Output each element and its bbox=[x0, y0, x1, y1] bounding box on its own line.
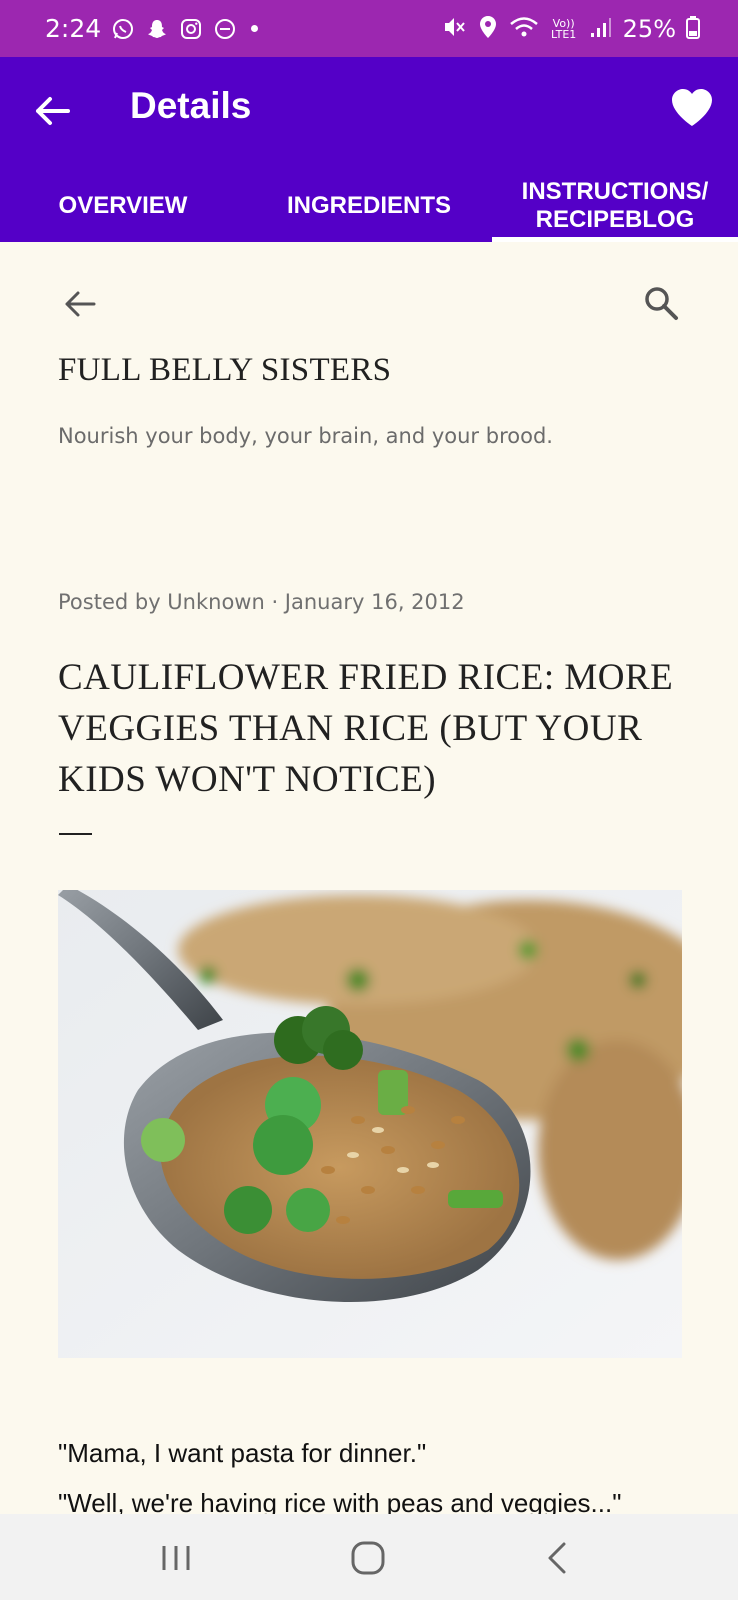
favorite-button[interactable] bbox=[670, 88, 714, 128]
blog-tagline: Nourish your body, your brain, and your … bbox=[58, 424, 553, 448]
search-icon bbox=[645, 287, 678, 320]
tab-label: INSTRUCTIONS/ RECIPEBLOG bbox=[521, 177, 709, 233]
instagram-icon bbox=[179, 17, 203, 41]
heart-icon bbox=[672, 89, 712, 126]
tab-overview[interactable]: OVERVIEW bbox=[0, 169, 246, 242]
chevron-left-icon bbox=[548, 1542, 566, 1574]
tab-ingredients[interactable]: INGREDIENTS bbox=[246, 169, 492, 242]
post-photo[interactable] bbox=[58, 890, 682, 1358]
post-title: CAULIFLOWER FRIED RICE: MORE VEGGIES THA… bbox=[58, 657, 674, 800]
home-icon bbox=[351, 1541, 385, 1575]
status-time: 2:24 bbox=[45, 14, 102, 43]
signal-icon bbox=[589, 15, 613, 43]
battery-icon bbox=[686, 15, 700, 43]
whatsapp-icon bbox=[111, 17, 135, 41]
home-button[interactable] bbox=[346, 1536, 390, 1580]
status-right-group: Vo)) LTE1 25% bbox=[441, 0, 700, 57]
blog-search-button[interactable] bbox=[642, 284, 680, 322]
volte-icon: Vo)) LTE1 bbox=[551, 16, 577, 41]
recent-apps-button[interactable] bbox=[154, 1536, 198, 1580]
location-icon bbox=[477, 14, 499, 44]
arrow-back-icon bbox=[36, 97, 70, 125]
battery-percentage: 25% bbox=[622, 14, 676, 43]
system-nav-bar bbox=[0, 1514, 738, 1600]
status-bar: 2:24 Vo)) LTE1 25% bbox=[0, 0, 738, 57]
post-meta: Posted by Unknown · January 16, 2012 bbox=[58, 590, 465, 614]
page-title: Details bbox=[130, 85, 252, 126]
snapchat-icon bbox=[145, 17, 169, 41]
post-paragraph: "Mama, I want pasta for dinner." bbox=[58, 1438, 427, 1468]
blog-name[interactable]: FULL BELLY SISTERS bbox=[58, 352, 391, 389]
title-divider bbox=[59, 833, 92, 835]
back-button[interactable] bbox=[32, 91, 72, 131]
wifi-icon bbox=[509, 15, 539, 43]
blog-webview[interactable]: FULL BELLY SISTERS Nourish your body, yo… bbox=[0, 242, 738, 1514]
mute-icon bbox=[441, 14, 467, 44]
post-paragraph: "Well, we're having rice with peas and v… bbox=[58, 1488, 622, 1514]
app-bar: Details OVERVIEW INGREDIENTS INSTRUCTION… bbox=[0, 57, 738, 242]
arrow-back-icon bbox=[65, 291, 96, 317]
do-not-disturb-icon bbox=[213, 17, 237, 41]
tab-instructions-recipeblog[interactable]: INSTRUCTIONS/ RECIPEBLOG bbox=[492, 169, 738, 242]
notification-dot-icon bbox=[251, 25, 259, 32]
recent-apps-icon bbox=[162, 1546, 190, 1570]
system-back-button[interactable] bbox=[536, 1536, 580, 1580]
blog-back-button[interactable] bbox=[62, 286, 98, 322]
tab-bar: OVERVIEW INGREDIENTS INSTRUCTIONS/ RECIP… bbox=[0, 169, 738, 242]
